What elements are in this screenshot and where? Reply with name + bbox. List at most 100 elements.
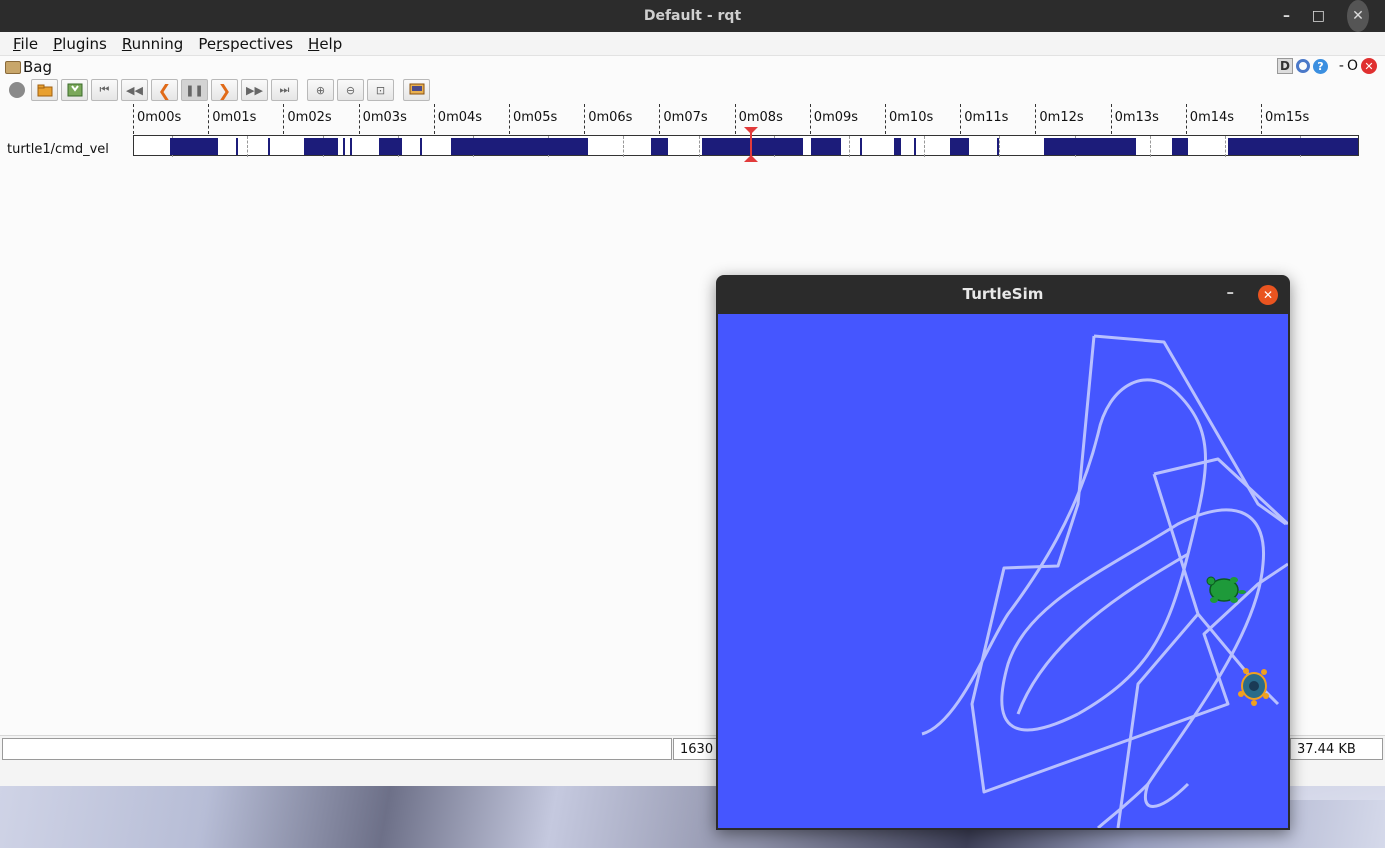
timeline-tick: 0m04s — [433, 104, 482, 134]
timeline-tick-label: 0m08s — [738, 110, 783, 125]
message-bar[interactable] — [913, 138, 916, 155]
timeline-tick: 0m07s — [659, 104, 708, 134]
message-bar[interactable] — [451, 138, 589, 155]
track-gridline — [1149, 136, 1151, 157]
dock-d-icon[interactable]: D — [1276, 58, 1293, 74]
turtlesim-close-button[interactable]: ✕ — [1258, 285, 1278, 305]
reload-icon[interactable] — [1295, 59, 1310, 73]
message-bar[interactable] — [235, 138, 238, 155]
message-bar[interactable] — [893, 138, 902, 155]
turtlesim-minimize-button[interactable]: – — [1227, 283, 1235, 301]
dock-controls: D ? - O ✕ — [1276, 58, 1377, 74]
trail-path-3 — [1000, 508, 1266, 808]
timeline-tick: 0m10s — [885, 104, 933, 134]
message-bar[interactable] — [267, 138, 271, 155]
timeline-tick: 0m08s — [734, 104, 783, 134]
track-gridline — [247, 136, 249, 157]
track-gridline — [698, 136, 700, 157]
close-button[interactable]: ✕ — [1347, 0, 1369, 32]
message-bar[interactable] — [859, 138, 862, 155]
menu-file[interactable]: File — [13, 35, 38, 53]
pause-icon[interactable]: ❚❚ — [181, 79, 208, 101]
menu-help[interactable]: Help — [308, 35, 342, 53]
timeline-tick-label: 0m12s — [1039, 110, 1084, 125]
track-gridline — [1225, 136, 1226, 157]
timeline-tick-label: 0m10s — [889, 110, 934, 125]
timeline-tick: 0m02s — [283, 104, 332, 134]
track-gridline — [849, 136, 850, 157]
skip-to-start-icon[interactable]: ⏮ — [91, 79, 118, 101]
turtlesim-canvas — [718, 314, 1290, 830]
timeline-tick: 0m15s — [1261, 104, 1309, 134]
skip-to-end-icon[interactable]: ⏭ — [271, 79, 298, 101]
maximize-button[interactable]: □ — [1312, 0, 1325, 32]
timeline-tick-label: 0m14s — [1189, 110, 1235, 125]
trail-path-1 — [970, 334, 1289, 794]
message-bar[interactable] — [349, 138, 352, 155]
timeline-tick-label: 0m02s — [287, 110, 332, 125]
minimize-button[interactable]: – — [1283, 0, 1290, 32]
message-bar[interactable] — [379, 138, 403, 155]
topic-track[interactable] — [133, 135, 1359, 157]
message-bar[interactable] — [1171, 138, 1189, 155]
timeline-tick: 0m11s — [960, 104, 1008, 134]
timeline-tick: 0m01s — [208, 104, 256, 134]
step-forward-icon[interactable]: ❯ — [211, 79, 238, 101]
message-bar[interactable] — [1043, 138, 1136, 155]
zoom-in-icon[interactable]: ⊕ — [307, 79, 334, 101]
timeline-tick-label: 0m11s — [964, 110, 1009, 125]
rewind-icon[interactable]: ◀◀ — [121, 79, 148, 101]
timeline-tick-label: 0m09s — [813, 110, 859, 125]
fast-forward-icon[interactable]: ▶▶ — [241, 79, 268, 101]
message-bar[interactable] — [810, 138, 841, 155]
message-bar[interactable] — [419, 138, 422, 155]
timeline-tick-label: 0m05s — [513, 110, 558, 125]
dock-close-icon[interactable]: ✕ — [1361, 58, 1377, 74]
timeline[interactable]: 0m00s 0m01s 0m02s 0m03s 0m04s 0m05s 0m06s 0m07s… — [0, 104, 1385, 164]
message-bar[interactable] — [170, 138, 219, 155]
blue-turtle-icon — [1238, 668, 1269, 706]
timeline-tick: 0m06s — [584, 104, 632, 134]
track-gridline — [623, 136, 625, 157]
message-bar[interactable] — [701, 138, 804, 155]
trail-path-5 — [1016, 552, 1189, 715]
menu-plugins[interactable]: Plugins — [53, 35, 107, 53]
zoom-reset-icon[interactable]: ⊡ — [367, 79, 394, 101]
message-bar[interactable] — [949, 138, 969, 155]
zoom-out-icon[interactable]: ⊖ — [337, 79, 364, 101]
bag-toolbar: ⏮ ◀◀ ❮ ❚❚ ❯ ▶▶ ⏭ ⊕ ⊖ ⊡ — [6, 78, 430, 102]
step-back-icon[interactable]: ❮ — [151, 79, 178, 101]
dock-float-button[interactable]: O — [1347, 58, 1358, 74]
save-icon[interactable] — [61, 79, 88, 101]
playhead-bottom-marker[interactable] — [744, 155, 758, 162]
timeline-tick-label: 0m13s — [1114, 110, 1159, 125]
timeline-tick: 0m14s — [1185, 104, 1234, 134]
message-bar[interactable] — [651, 138, 668, 155]
bag-dock-header: Bag D ? - O ✕ — [0, 56, 1385, 76]
timeline-tick: 0m03s — [358, 104, 407, 134]
timeline-tick-label: 0m00s — [137, 110, 182, 125]
open-folder-icon[interactable] — [31, 79, 58, 101]
timeline-tick: 0m09s — [809, 104, 858, 134]
thumbnails-icon[interactable] — [403, 79, 430, 101]
help-icon[interactable]: ? — [1312, 58, 1328, 74]
turtlesim-titlebar[interactable]: TurtleSim – ✕ — [716, 275, 1290, 313]
timeline-tick-label: 0m06s — [588, 110, 633, 125]
menu-perspectives[interactable]: Perspectives — [198, 35, 293, 53]
record-icon[interactable] — [6, 79, 28, 101]
trail-path-2 — [921, 378, 1207, 736]
turtle-trails — [921, 334, 1290, 830]
message-bar[interactable] — [303, 138, 338, 155]
timeline-tick: 0m05s — [509, 104, 557, 134]
topic-label: turtle1/cmd_vel — [7, 142, 109, 157]
message-bar[interactable] — [1228, 138, 1358, 155]
timeline-tick-label: 0m15s — [1265, 110, 1310, 125]
dock-minimize-button[interactable]: - — [1339, 58, 1344, 74]
message-bar[interactable] — [996, 138, 999, 155]
window-titlebar[interactable]: Default - rqt – □ ✕ — [0, 0, 1385, 32]
timeline-tick-label: 0m03s — [362, 110, 407, 125]
bag-title-label: Bag — [23, 58, 53, 76]
message-bar[interactable] — [343, 138, 346, 155]
menu-running[interactable]: Running — [122, 35, 183, 53]
window-title: Default - rqt — [643, 8, 742, 24]
